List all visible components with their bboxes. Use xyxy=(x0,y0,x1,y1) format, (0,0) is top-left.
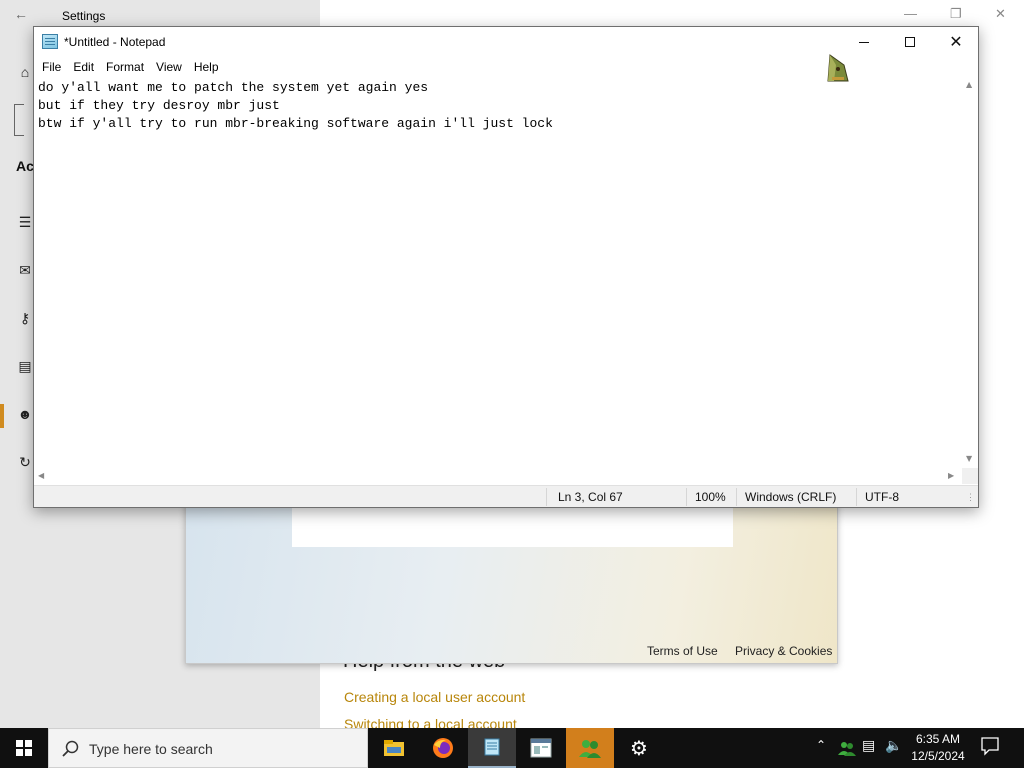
settings-search-input[interactable] xyxy=(14,104,24,136)
menu-file[interactable]: File xyxy=(36,60,67,74)
settings-close-icon[interactable]: ✕ xyxy=(995,6,1006,22)
taskbar-search-box[interactable]: Type here to search xyxy=(48,728,368,768)
close-button[interactable]: ✕ xyxy=(933,27,979,57)
horizontal-scrollbar[interactable]: ◀ ▶ xyxy=(34,468,962,484)
status-divider xyxy=(686,488,687,506)
settings-minimize-icon[interactable]: — xyxy=(904,6,917,21)
notepad-app-icon xyxy=(42,34,58,49)
system-clock[interactable]: 6:35 AM 12/5/2024 xyxy=(904,731,972,765)
status-divider xyxy=(546,488,547,506)
settings-title: Settings xyxy=(62,9,106,23)
scroll-corner xyxy=(962,468,978,484)
taskbar-firefox[interactable] xyxy=(419,728,467,768)
menu-edit[interactable]: Edit xyxy=(67,60,100,74)
gear-icon: ⚙ xyxy=(630,736,648,760)
windows-logo-icon xyxy=(16,740,32,756)
clock-time: 6:35 AM xyxy=(915,732,961,746)
maximize-button[interactable] xyxy=(887,27,933,57)
text-editor[interactable]: do y'all want me to patch the system yet… xyxy=(34,77,962,468)
search-placeholder: Type here to search xyxy=(89,741,213,757)
privacy-cookies-link[interactable]: Privacy & Cookies xyxy=(735,644,832,658)
status-divider xyxy=(856,488,857,506)
taskbar-notepad[interactable] xyxy=(468,728,516,768)
your-info-icon[interactable]: ☰ xyxy=(15,214,35,234)
status-bar: Ln 3, Col 67 100% Windows (CRLF) UTF-8 ⋮ xyxy=(34,485,978,507)
clock-date: 12/5/2024 xyxy=(911,749,965,763)
network-icon[interactable]: ▤ xyxy=(862,738,875,754)
desktop-mascot-icon[interactable] xyxy=(824,51,850,83)
line-ending: Windows (CRLF) xyxy=(745,490,837,504)
close-icon: ✕ xyxy=(949,32,963,51)
zoom-level: 100% xyxy=(695,490,726,504)
scroll-right-icon[interactable]: ▶ xyxy=(948,471,954,480)
volume-icon[interactable]: 🔈 xyxy=(885,738,902,754)
text-line: do y'all want me to patch the system yet… xyxy=(38,80,429,95)
taskbar-app-window[interactable] xyxy=(517,728,565,768)
text-line: but if they try desroy mbr just xyxy=(38,98,280,113)
scroll-left-icon[interactable]: ◀ xyxy=(38,471,44,480)
settings-section-title: Ac xyxy=(16,158,34,174)
menu-help[interactable]: Help xyxy=(188,60,225,74)
sync-icon[interactable]: ↻ xyxy=(15,454,35,474)
firefox-icon xyxy=(433,738,453,758)
cursor-position: Ln 3, Col 67 xyxy=(558,490,623,504)
email-icon[interactable]: ✉ xyxy=(15,262,35,282)
notepad-title: *Untitled - Notepad xyxy=(64,35,166,49)
encoding: UTF-8 xyxy=(865,490,899,504)
back-arrow-icon[interactable]: ← xyxy=(14,6,28,22)
start-button[interactable] xyxy=(0,728,48,768)
taskbar-users-app[interactable] xyxy=(566,728,614,768)
maximize-icon xyxy=(905,37,915,47)
scroll-down-icon[interactable]: ▼ xyxy=(966,454,972,463)
account-dialog: Terms of Use Privacy & Cookies xyxy=(185,500,838,664)
selected-indicator xyxy=(0,404,4,428)
menu-format[interactable]: Format xyxy=(100,60,150,74)
link-creating-local-account[interactable]: Creating a local user account xyxy=(344,689,525,705)
vertical-scrollbar[interactable]: ▲ ▼ xyxy=(962,77,978,468)
resize-grip-icon[interactable]: ⋮ xyxy=(966,492,975,503)
notepad-window: *Untitled - Notepad ✕ File Edit Format V… xyxy=(33,26,979,508)
scroll-up-icon[interactable]: ▲ xyxy=(966,80,972,89)
app-window-icon xyxy=(530,738,552,758)
work-briefcase-icon[interactable]: ▤ xyxy=(15,358,35,378)
users-icon xyxy=(579,740,601,758)
tray-users-icon[interactable] xyxy=(838,740,856,756)
menu-view[interactable]: View xyxy=(150,60,188,74)
status-divider xyxy=(736,488,737,506)
minimize-icon xyxy=(859,41,869,43)
settings-restore-icon[interactable]: ❐ xyxy=(950,6,962,22)
search-icon xyxy=(62,740,79,757)
taskbar-settings[interactable]: ⚙ xyxy=(615,728,663,768)
family-users-icon[interactable]: ☻ xyxy=(15,406,35,426)
file-explorer-icon xyxy=(384,740,404,756)
key-icon[interactable]: ⚷ xyxy=(15,310,35,330)
home-icon[interactable]: ⌂ xyxy=(15,64,35,84)
taskbar: Type here to search ⚙ ⌃ ▤ 🔈 6:35 AM 12/5… xyxy=(0,728,1024,768)
notification-center-icon[interactable] xyxy=(980,736,1000,758)
notepad-icon xyxy=(484,738,500,756)
text-line: btw if y'all try to run mbr-breaking sof… xyxy=(38,116,553,131)
terms-of-use-link[interactable]: Terms of Use xyxy=(647,644,718,658)
taskbar-file-explorer[interactable] xyxy=(370,728,418,768)
chevron-up-icon[interactable]: ⌃ xyxy=(816,738,826,752)
